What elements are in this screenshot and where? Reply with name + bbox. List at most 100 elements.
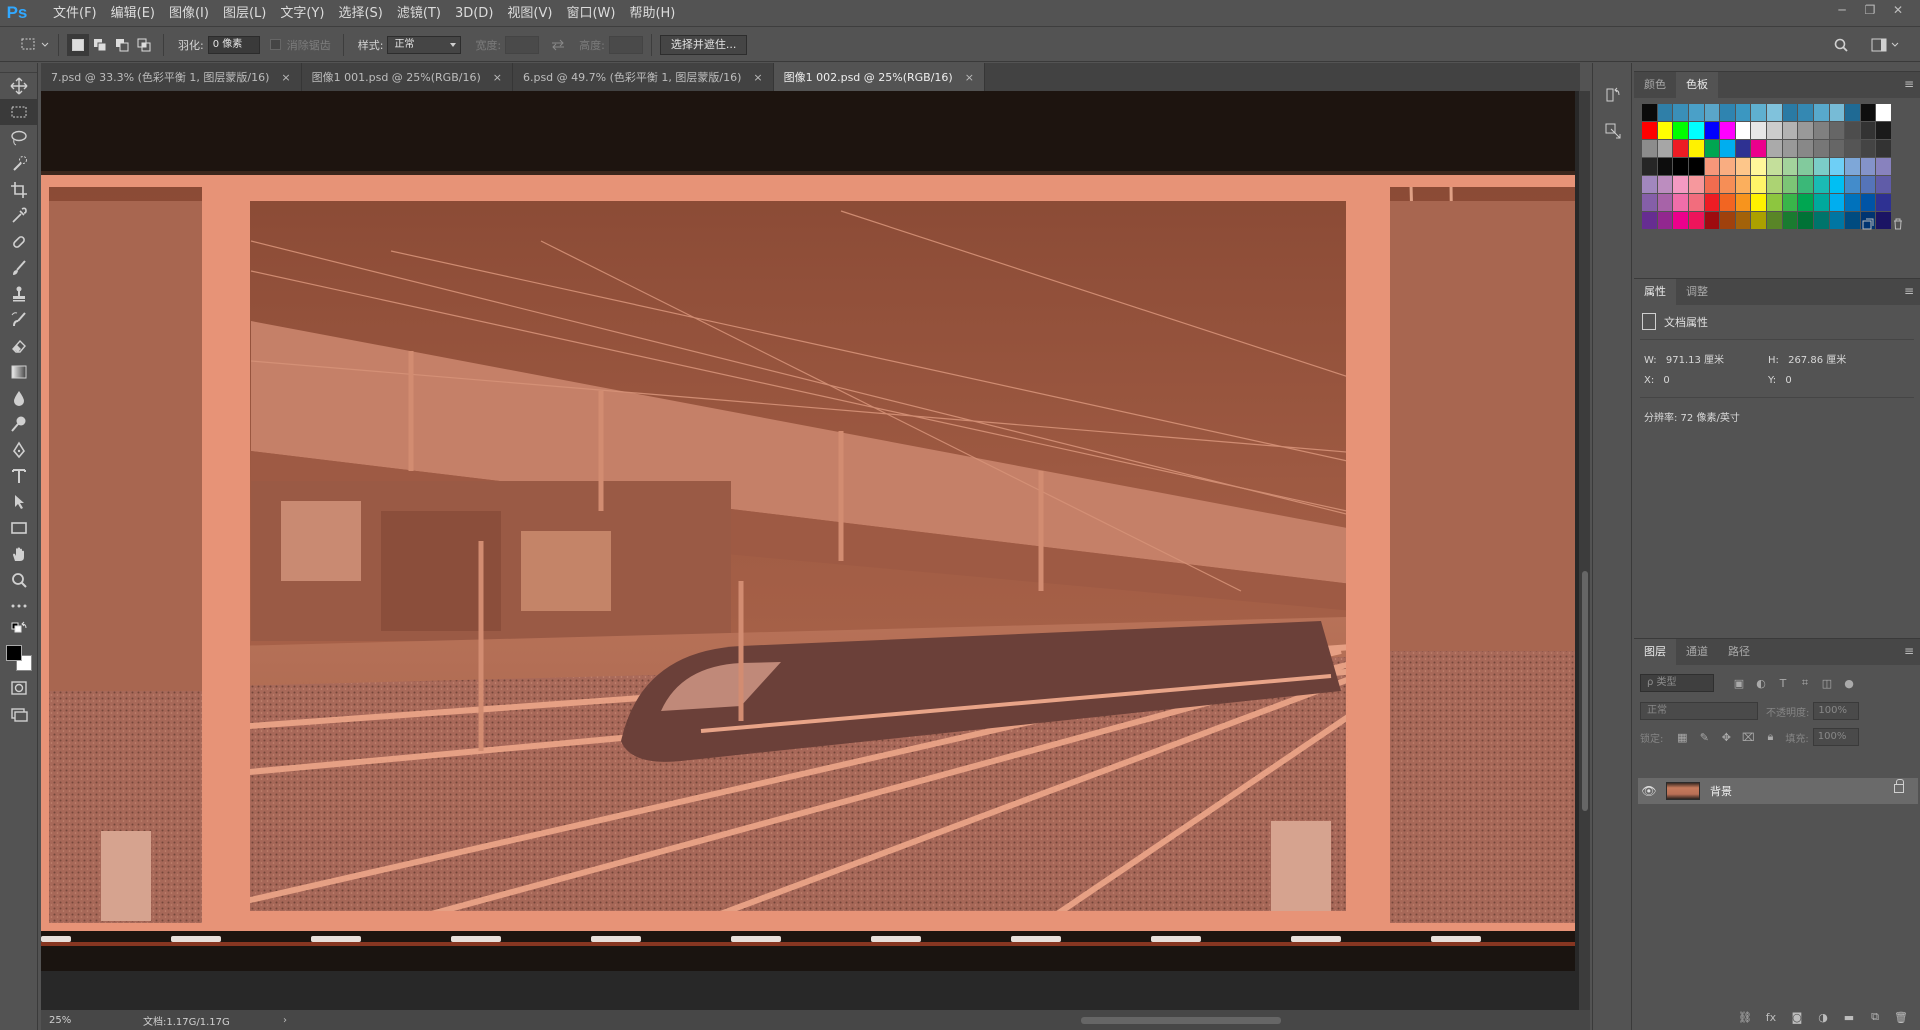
trash-icon[interactable] xyxy=(1892,218,1904,233)
color-swatch[interactable] xyxy=(1735,122,1751,139)
dodge-tool-icon[interactable] xyxy=(0,411,38,437)
scrollbar-thumb[interactable] xyxy=(1081,1017,1281,1024)
h-value[interactable]: 267.86 厘米 xyxy=(1788,355,1846,366)
x-value[interactable]: 0 xyxy=(1663,375,1669,386)
color-swatch[interactable] xyxy=(1829,212,1845,229)
color-swatch[interactable] xyxy=(1876,158,1891,175)
lasso-tool-icon[interactable] xyxy=(0,125,38,151)
panel-menu-icon[interactable]: ≡ xyxy=(1904,77,1914,91)
eraser-tool-icon[interactable] xyxy=(0,333,38,359)
color-swatch[interactable] xyxy=(1751,104,1766,121)
trash-icon[interactable]: 🗑︎ xyxy=(1888,1006,1914,1028)
color-swatch[interactable] xyxy=(1673,158,1688,175)
tab-paths[interactable]: 路径 xyxy=(1718,639,1760,665)
color-swatch[interactable] xyxy=(1704,122,1720,139)
close-icon[interactable]: × xyxy=(753,71,762,84)
vertical-scrollbar[interactable] xyxy=(1579,91,1590,1010)
document-image[interactable] xyxy=(41,91,1575,971)
color-swatch[interactable] xyxy=(1673,212,1688,229)
fill-input[interactable]: 100% xyxy=(1812,728,1859,746)
width-input[interactable] xyxy=(505,35,540,54)
color-swatch[interactable] xyxy=(1813,176,1829,193)
lock-artboard-icon[interactable]: ⌧ xyxy=(1737,728,1759,746)
color-swatch[interactable] xyxy=(1782,212,1798,229)
hand-tool-icon[interactable] xyxy=(0,541,38,567)
workspace-icon[interactable] xyxy=(1868,34,1890,56)
smart-object-filter-icon[interactable]: ◫ xyxy=(1816,674,1838,692)
color-swatch[interactable] xyxy=(1735,104,1751,121)
adjustment-layer-icon[interactable]: ◑ xyxy=(1810,1006,1836,1028)
color-swatch[interactable] xyxy=(1657,212,1673,229)
select-and-mask-button[interactable]: 选择并遮住... xyxy=(659,34,748,55)
menu-edit[interactable]: 编辑(E) xyxy=(104,0,162,27)
color-swatch[interactable] xyxy=(1767,194,1782,211)
menu-type[interactable]: 文字(Y) xyxy=(273,0,331,27)
tab-swatches[interactable]: 色板 xyxy=(1676,72,1718,98)
color-swatch[interactable] xyxy=(1845,176,1860,193)
style-select[interactable]: 正常 xyxy=(387,35,462,54)
panel-menu-icon[interactable]: ≡ xyxy=(1904,644,1914,658)
eyedropper-tool-icon[interactable] xyxy=(0,203,38,229)
color-swatch[interactable] xyxy=(1751,212,1766,229)
rectangle-tool-icon[interactable] xyxy=(0,515,38,541)
search-icon[interactable] xyxy=(1830,34,1852,56)
color-swatch[interactable] xyxy=(1657,176,1673,193)
color-swatch[interactable] xyxy=(1720,104,1735,121)
color-swatch[interactable] xyxy=(1782,104,1798,121)
toolbar-grip[interactable] xyxy=(0,63,37,73)
y-value[interactable]: 0 xyxy=(1785,375,1791,386)
color-swatch[interactable] xyxy=(1688,212,1704,229)
pen-tool-icon[interactable] xyxy=(0,437,38,463)
color-swatch[interactable] xyxy=(1767,122,1782,139)
add-to-selection-icon[interactable] xyxy=(89,34,111,56)
color-swatch[interactable] xyxy=(1813,194,1829,211)
shape-filter-icon[interactable]: ⌗ xyxy=(1794,674,1816,692)
color-swatch[interactable] xyxy=(1782,194,1798,211)
link-layers-icon[interactable]: ⛓ xyxy=(1732,1006,1758,1028)
color-swatch[interactable] xyxy=(1798,104,1813,121)
history-panel-icon[interactable] xyxy=(1593,77,1633,113)
color-swatch[interactable] xyxy=(1829,194,1845,211)
properties-panel-icon[interactable] xyxy=(1593,113,1633,149)
color-swatch[interactable] xyxy=(1845,122,1860,139)
lock-pixels-icon[interactable]: ✎ xyxy=(1693,728,1715,746)
close-icon[interactable]: × xyxy=(965,71,974,84)
color-swatch[interactable] xyxy=(1813,104,1829,121)
color-swatch[interactable] xyxy=(1720,212,1735,229)
color-swatch[interactable] xyxy=(1688,194,1704,211)
document-tab-active[interactable]: 图像1 002.psd @ 25%(RGB/16) × xyxy=(773,63,985,91)
close-icon[interactable]: × xyxy=(493,71,502,84)
color-swatch[interactable] xyxy=(1735,212,1751,229)
layer-row[interactable]: 👁︎ 背景 xyxy=(1638,778,1918,804)
fx-icon[interactable]: fx xyxy=(1758,1006,1784,1028)
color-swatch[interactable] xyxy=(1767,176,1782,193)
filter-toggle-icon[interactable]: ● xyxy=(1838,674,1860,692)
color-swatch[interactable] xyxy=(1876,176,1891,193)
lock-all-icon[interactable]: 🔒︎ xyxy=(1759,728,1781,746)
chevron-down-icon[interactable] xyxy=(40,34,50,56)
panel-menu-icon[interactable]: ≡ xyxy=(1904,284,1914,298)
menu-file[interactable]: 文件(F) xyxy=(46,0,104,27)
menu-3d[interactable]: 3D(D) xyxy=(448,0,500,27)
color-swatch[interactable] xyxy=(1829,158,1845,175)
color-swatch[interactable] xyxy=(1673,140,1688,157)
color-swatch[interactable] xyxy=(1642,122,1657,139)
color-swatch[interactable] xyxy=(1642,104,1657,121)
close-icon[interactable]: × xyxy=(281,71,290,84)
menu-layer[interactable]: 图层(L) xyxy=(216,0,273,27)
layer-thumbnail[interactable] xyxy=(1666,782,1700,800)
document-tab[interactable]: 6.psd @ 49.7% (色彩平衡 1, 图层蒙版/16) × xyxy=(512,63,774,91)
color-swatch[interactable] xyxy=(1657,140,1673,157)
menu-help[interactable]: 帮助(H) xyxy=(622,0,682,27)
blur-tool-icon[interactable] xyxy=(0,385,38,411)
adjustment-filter-icon[interactable]: ◐ xyxy=(1750,674,1772,692)
menu-select[interactable]: 选择(S) xyxy=(331,0,389,27)
intersect-selection-icon[interactable] xyxy=(133,34,155,56)
color-swatch[interactable] xyxy=(1642,212,1657,229)
menu-filter[interactable]: 滤镜(T) xyxy=(390,0,448,27)
color-swatch[interactable] xyxy=(1876,140,1891,157)
color-swatch[interactable] xyxy=(1860,140,1876,157)
blend-mode-select[interactable]: 正常 xyxy=(1640,702,1758,720)
color-swatch[interactable] xyxy=(1845,194,1860,211)
color-swatch[interactable] xyxy=(1829,122,1845,139)
